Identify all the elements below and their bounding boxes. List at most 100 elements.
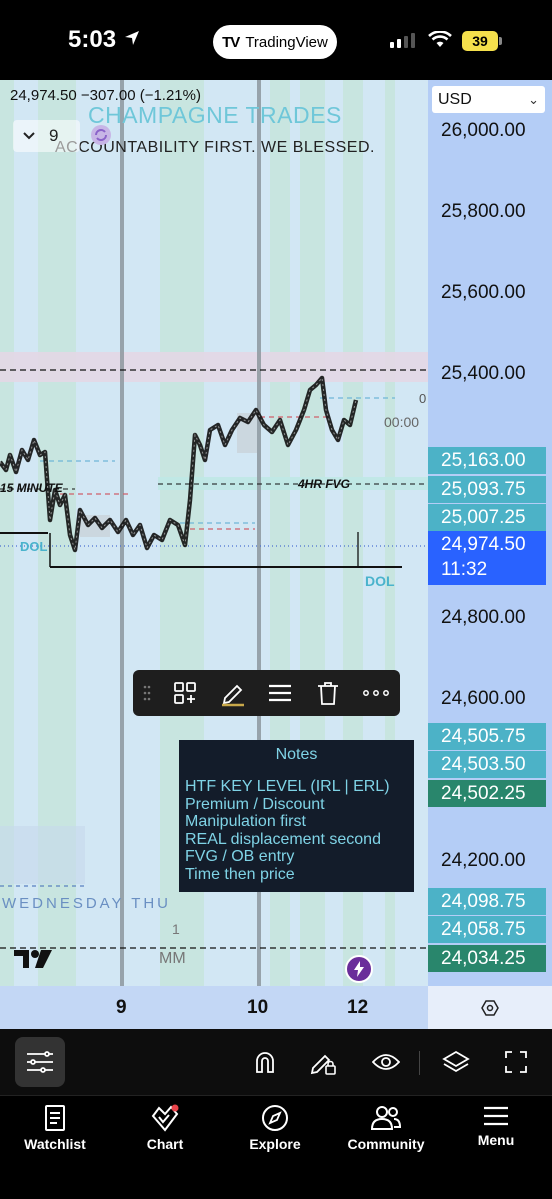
drawing-tools-icon — [27, 1051, 53, 1073]
lock-drawings-button[interactable] — [302, 1041, 344, 1083]
time-axis[interactable]: 9 10 12 — [0, 986, 428, 1029]
current-price-tag: 24,974.50 11:32 — [428, 531, 546, 585]
tradingview-watermark-icon — [14, 950, 52, 968]
object-tree-button[interactable] — [435, 1041, 477, 1083]
delete-drawing-button[interactable] — [304, 670, 352, 716]
currency-select[interactable]: USD ⌄ — [432, 86, 545, 113]
chevron-down-icon: ⌄ — [528, 92, 539, 107]
compass-icon — [262, 1105, 288, 1131]
price-axis[interactable]: USD ⌄ 26,000.00 25,800.00 25,600.00 25,4… — [428, 80, 552, 986]
nav-chart[interactable]: Chart — [110, 1104, 220, 1152]
lightning-icon — [354, 961, 364, 977]
community-icon — [370, 1106, 402, 1130]
label-one: 1 — [172, 921, 180, 937]
battery-indicator: 39 — [462, 31, 502, 51]
label-4hr-fvg: 4HR FVG — [298, 477, 351, 491]
hexagon-settings-icon — [481, 999, 499, 1016]
label-countdown: 00:00 — [384, 414, 420, 430]
currency-value: USD — [438, 91, 472, 108]
time-label: 9 — [116, 997, 127, 1018]
hamburger-menu-icon — [484, 1106, 508, 1126]
price-tag: 24,502.25 — [428, 780, 546, 807]
magnet-icon — [256, 1052, 274, 1073]
nav-explore[interactable]: Explore — [220, 1104, 330, 1152]
label-dol-left: DOL — [20, 539, 48, 554]
label-weekdays: WEDNESDAY THU — [2, 895, 172, 912]
lightning-button[interactable] — [345, 955, 373, 983]
nav-label: Menu — [477, 1132, 515, 1148]
line-style-button[interactable] — [257, 670, 305, 716]
price-tag: 24,503.50 — [428, 751, 546, 778]
label-zero: 0 — [419, 391, 427, 406]
visibility-button[interactable] — [365, 1041, 407, 1083]
grid-plus-icon — [173, 682, 196, 704]
drag-handle-icon[interactable] — [133, 685, 161, 701]
chart-tool-row — [0, 1029, 552, 1095]
bottom-nav: Watchlist Chart Explore Community Menu — [0, 1095, 552, 1199]
indicators-toggle[interactable]: 9 — [13, 120, 80, 152]
current-price: 24,974.50 — [441, 534, 526, 555]
price-tick: 24,800.00 — [441, 607, 526, 628]
status-bar: 5:03 TV TradingView 39 — [0, 0, 552, 80]
notes-line: FVG / OB entry — [185, 848, 295, 865]
layers-icon — [442, 1050, 470, 1073]
add-object-button[interactable] — [161, 670, 209, 716]
magnet-button[interactable] — [244, 1041, 286, 1083]
fullscreen-button[interactable] — [495, 1041, 537, 1083]
more-options-button[interactable] — [352, 670, 400, 716]
chart-icon — [151, 1104, 179, 1132]
label-dol-right: DOL — [365, 573, 395, 589]
notes-line: Premium / Discount — [185, 795, 325, 813]
nav-label: Watchlist — [24, 1136, 86, 1152]
notes-line: REAL displacement second — [185, 830, 381, 848]
price-tick: 25,800.00 — [441, 201, 526, 222]
price-tag: 24,058.75 — [428, 916, 546, 943]
pencil-lock-icon — [310, 1054, 336, 1075]
eye-icon — [372, 1054, 400, 1070]
pencil-icon — [221, 684, 244, 707]
price-tick: 25,400.00 — [441, 363, 526, 384]
notes-line: HTF KEY LEVEL (IRL | ERL) — [185, 778, 390, 795]
tradingview-logo-icon: TV — [222, 33, 240, 51]
indicators-count: 9 — [49, 126, 59, 145]
price-tag: 24,098.75 — [428, 888, 546, 915]
notes-line: Time then price — [185, 865, 295, 883]
nav-menu[interactable]: Menu — [441, 1104, 551, 1148]
tool-row-separator — [419, 1051, 420, 1075]
axis-settings-button[interactable] — [428, 986, 552, 1029]
nav-watchlist[interactable]: Watchlist — [0, 1104, 110, 1152]
price-tag: 24,034.25 — [428, 945, 546, 972]
time-label: 10 — [247, 997, 269, 1018]
chevron-down-icon — [23, 132, 35, 140]
price-tag: 25,163.00 — [428, 447, 546, 474]
nav-label: Community — [347, 1136, 425, 1152]
notes-title: Notes — [275, 746, 318, 763]
price-tick: 24,600.00 — [441, 688, 526, 709]
price-tag: 24,505.75 — [428, 723, 546, 750]
more-horizontal-icon — [363, 690, 390, 696]
watchlist-icon — [45, 1105, 65, 1131]
refresh-icon[interactable] — [90, 124, 112, 146]
watermark-title: CHAMPAGNE TRADES — [88, 102, 342, 128]
nav-label: Chart — [146, 1136, 184, 1152]
drawing-tools-button[interactable] — [15, 1037, 65, 1087]
tradingview-pill-label: TradingView — [245, 33, 328, 51]
trash-icon — [318, 682, 339, 705]
status-time: 5:03 — [68, 26, 117, 53]
cellular-signal-icon — [390, 33, 415, 48]
drawing-toolbar — [133, 670, 400, 716]
price-tick: 24,200.00 — [441, 850, 526, 871]
nav-label: Explore — [249, 1136, 301, 1152]
wifi-icon — [428, 31, 452, 47]
tradingview-pill[interactable]: TV TradingView — [213, 25, 337, 59]
location-arrow-icon — [125, 31, 139, 45]
label-mm: MM — [159, 950, 186, 967]
price-tag: 25,093.75 — [428, 476, 546, 503]
bar-countdown: 11:32 — [441, 559, 488, 580]
nav-community[interactable]: Community — [331, 1104, 441, 1152]
price-tag: 25,007.25 — [428, 504, 546, 531]
notes-panel[interactable]: Notes HTF KEY LEVEL (IRL | ERL) Premium … — [179, 740, 414, 892]
time-label: 12 — [347, 997, 369, 1018]
pencil-style-button[interactable] — [209, 670, 257, 716]
price-tick: 25,600.00 — [441, 282, 526, 303]
